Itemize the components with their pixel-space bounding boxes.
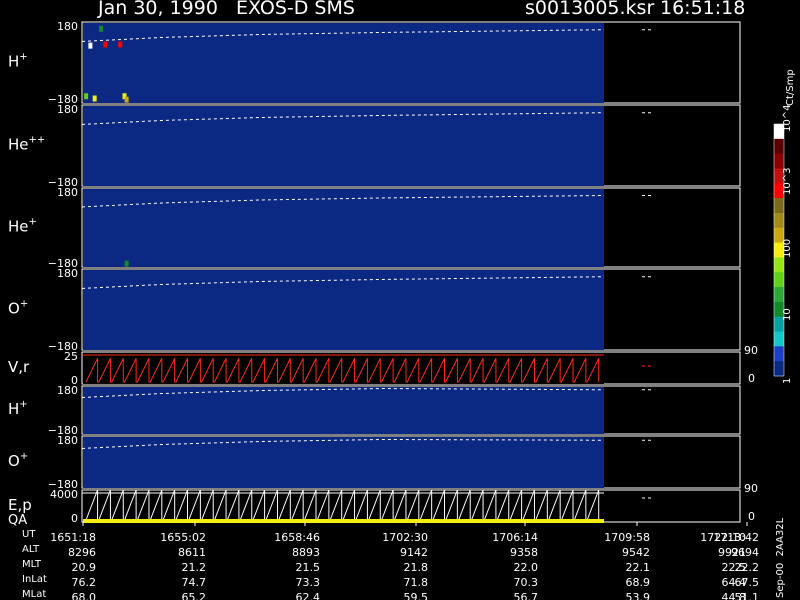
row-label-inlat: InLat [22, 574, 47, 585]
row-label-mlt: MLT [22, 559, 41, 570]
row-label-mlat: MLat [22, 589, 47, 600]
footer-id: Sep-00 2AA32L [775, 517, 786, 598]
ephemeris-table: UT ALT MLT InLat MLat [0, 0, 800, 600]
row-label-alt: ALT [22, 544, 40, 555]
row-label-ut: UT [22, 529, 36, 540]
